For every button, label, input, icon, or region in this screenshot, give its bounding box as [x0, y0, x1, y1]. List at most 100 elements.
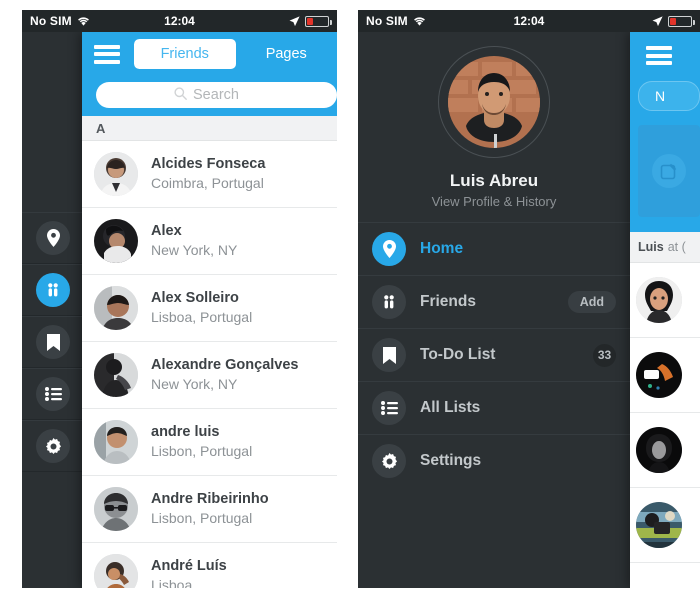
phone-one: No SIM 12:04 Home — [22, 10, 337, 588]
list-item[interactable] — [630, 488, 700, 563]
peek-pill-button[interactable]: N — [638, 81, 700, 111]
tab-bar: Friends Pages — [82, 32, 337, 76]
gear-icon — [372, 444, 406, 478]
friend-name: Alex Solleiro — [151, 290, 239, 306]
segmented-control: Friends Pages — [134, 39, 337, 69]
peek-list-header: Luis at ( — [630, 232, 700, 263]
table-row[interactable]: Alex Solleiro Lisboa, Portugal — [82, 275, 337, 342]
profile-subtitle[interactable]: View Profile & History — [432, 194, 557, 209]
avatar — [448, 55, 540, 148]
location-arrow-icon — [289, 15, 300, 27]
wifi-icon — [413, 16, 426, 26]
row-meta: Alexandre Gonçalves New York, NY — [151, 357, 299, 393]
status-bar-left: No SIM — [22, 10, 90, 32]
row-meta: Alcides Fonseca Coimbra, Portugal — [151, 156, 265, 192]
phone-two-menu: Luis Abreu View Profile & History Home F… — [358, 32, 630, 588]
row-meta: André Luís Lisboa — [151, 558, 227, 588]
menu-item-all-lists[interactable]: All Lists — [358, 381, 630, 434]
table-row[interactable]: Alex New York, NY — [82, 208, 337, 275]
location-pin-icon — [36, 221, 70, 255]
table-row[interactable]: Andre Ribeirinho Lisbon, Portugal — [82, 476, 337, 543]
bookmark-icon — [36, 325, 70, 359]
phone-two: No SIM 12:04 Luis Abreu View Profile & H… — [358, 10, 700, 588]
phone-one-header: Friends Pages Search — [82, 32, 337, 116]
status-bar-right — [289, 15, 337, 27]
battery-low-icon — [668, 15, 695, 27]
search-placeholder: Search — [193, 87, 239, 103]
row-meta: Alex Solleiro Lisboa, Portugal — [151, 290, 252, 326]
hamburger-menu-icon[interactable] — [646, 46, 672, 65]
friend-name: Andre Ribeirinho — [151, 491, 269, 507]
people-icon — [372, 285, 406, 319]
list-icon — [372, 391, 406, 425]
menu-item-friends[interactable]: Friends Add — [358, 275, 630, 328]
menu-item-home[interactable]: Home — [358, 222, 630, 275]
friend-name: André Luís — [151, 558, 227, 574]
tab-pages[interactable]: Pages — [235, 39, 337, 69]
row-meta: Alex New York, NY — [151, 223, 237, 259]
avatar — [636, 277, 682, 323]
hamburger-menu-icon[interactable] — [94, 44, 120, 64]
avatar — [94, 353, 138, 397]
phone-two-peek-panel: N Luis at ( — [630, 32, 700, 588]
table-row[interactable]: Alexandre Gonçalves New York, NY — [82, 342, 337, 409]
avatar — [94, 286, 138, 330]
avatar — [636, 427, 682, 473]
list-item[interactable] — [630, 413, 700, 488]
friend-location: Coimbra, Portugal — [151, 175, 264, 191]
table-row[interactable]: andre luis Lisbon, Portugal — [82, 409, 337, 476]
carrier-label: No SIM — [30, 14, 72, 28]
menu-item-settings[interactable]: Settings — [358, 434, 630, 487]
friend-location: Lisboa, Portugal — [151, 309, 253, 325]
people-icon — [36, 273, 70, 307]
battery-low-icon — [305, 15, 332, 27]
search-input[interactable]: Search — [96, 82, 337, 108]
wifi-icon — [77, 16, 90, 26]
compose-icon — [652, 154, 686, 188]
profile-header[interactable]: Luis Abreu View Profile & History — [358, 32, 630, 222]
avatar — [94, 152, 138, 196]
friend-location: Lisbon, Portugal — [151, 510, 253, 526]
avatar — [94, 219, 138, 263]
menu-item-home-label: Home — [420, 240, 464, 257]
list-item[interactable] — [630, 338, 700, 413]
friend-location: New York, NY — [151, 242, 238, 258]
friend-name: Alexandre Gonçalves — [151, 357, 299, 373]
friend-location: Lisbon, Portugal — [151, 443, 253, 459]
carrier-label: No SIM — [366, 14, 408, 28]
menu-item-all-lists-label: All Lists — [420, 399, 481, 416]
add-friend-button[interactable]: Add — [567, 291, 616, 313]
table-row[interactable]: André Luís Lisboa — [82, 543, 337, 588]
search-bar-wrap: Search — [82, 76, 337, 116]
avatar-ring — [438, 45, 550, 158]
location-arrow-icon — [652, 15, 663, 27]
friend-location: Lisboa — [151, 577, 193, 588]
status-bar-phone-one: No SIM 12:04 — [22, 10, 337, 32]
todo-count-badge: 33 — [593, 343, 616, 367]
avatar — [94, 420, 138, 464]
row-meta: Andre Ribeirinho Lisbon, Portugal — [151, 491, 269, 527]
tab-friends[interactable]: Friends — [134, 39, 236, 69]
status-bar-right — [652, 15, 700, 27]
menu-item-todo-list[interactable]: To-Do List 33 — [358, 328, 630, 381]
section-header-a: A — [82, 116, 337, 141]
search-icon — [174, 86, 187, 104]
friend-name: andre luis — [151, 424, 220, 440]
peek-header-rest: at ( — [667, 240, 686, 254]
profile-name: Luis Abreu — [449, 170, 539, 190]
list-item[interactable] — [630, 263, 700, 338]
avatar — [636, 502, 682, 548]
friend-name: Alcides Fonseca — [151, 156, 266, 172]
bookmark-icon — [372, 338, 406, 372]
status-bar-phone-two: No SIM 12:04 — [358, 10, 700, 32]
peek-header: N — [630, 32, 700, 232]
menu-item-settings-label: Settings — [420, 452, 482, 469]
peek-menu-row — [638, 32, 700, 65]
list-icon — [36, 377, 70, 411]
peek-compose-card[interactable] — [638, 125, 700, 217]
friend-location: New York, NY — [151, 376, 238, 392]
phone-one-content-panel: Friends Pages Search A Alcides Fonseca C… — [82, 32, 337, 588]
table-row[interactable]: Alcides Fonseca Coimbra, Portugal — [82, 141, 337, 208]
friend-name: Alex — [151, 223, 182, 239]
avatar — [94, 487, 138, 531]
